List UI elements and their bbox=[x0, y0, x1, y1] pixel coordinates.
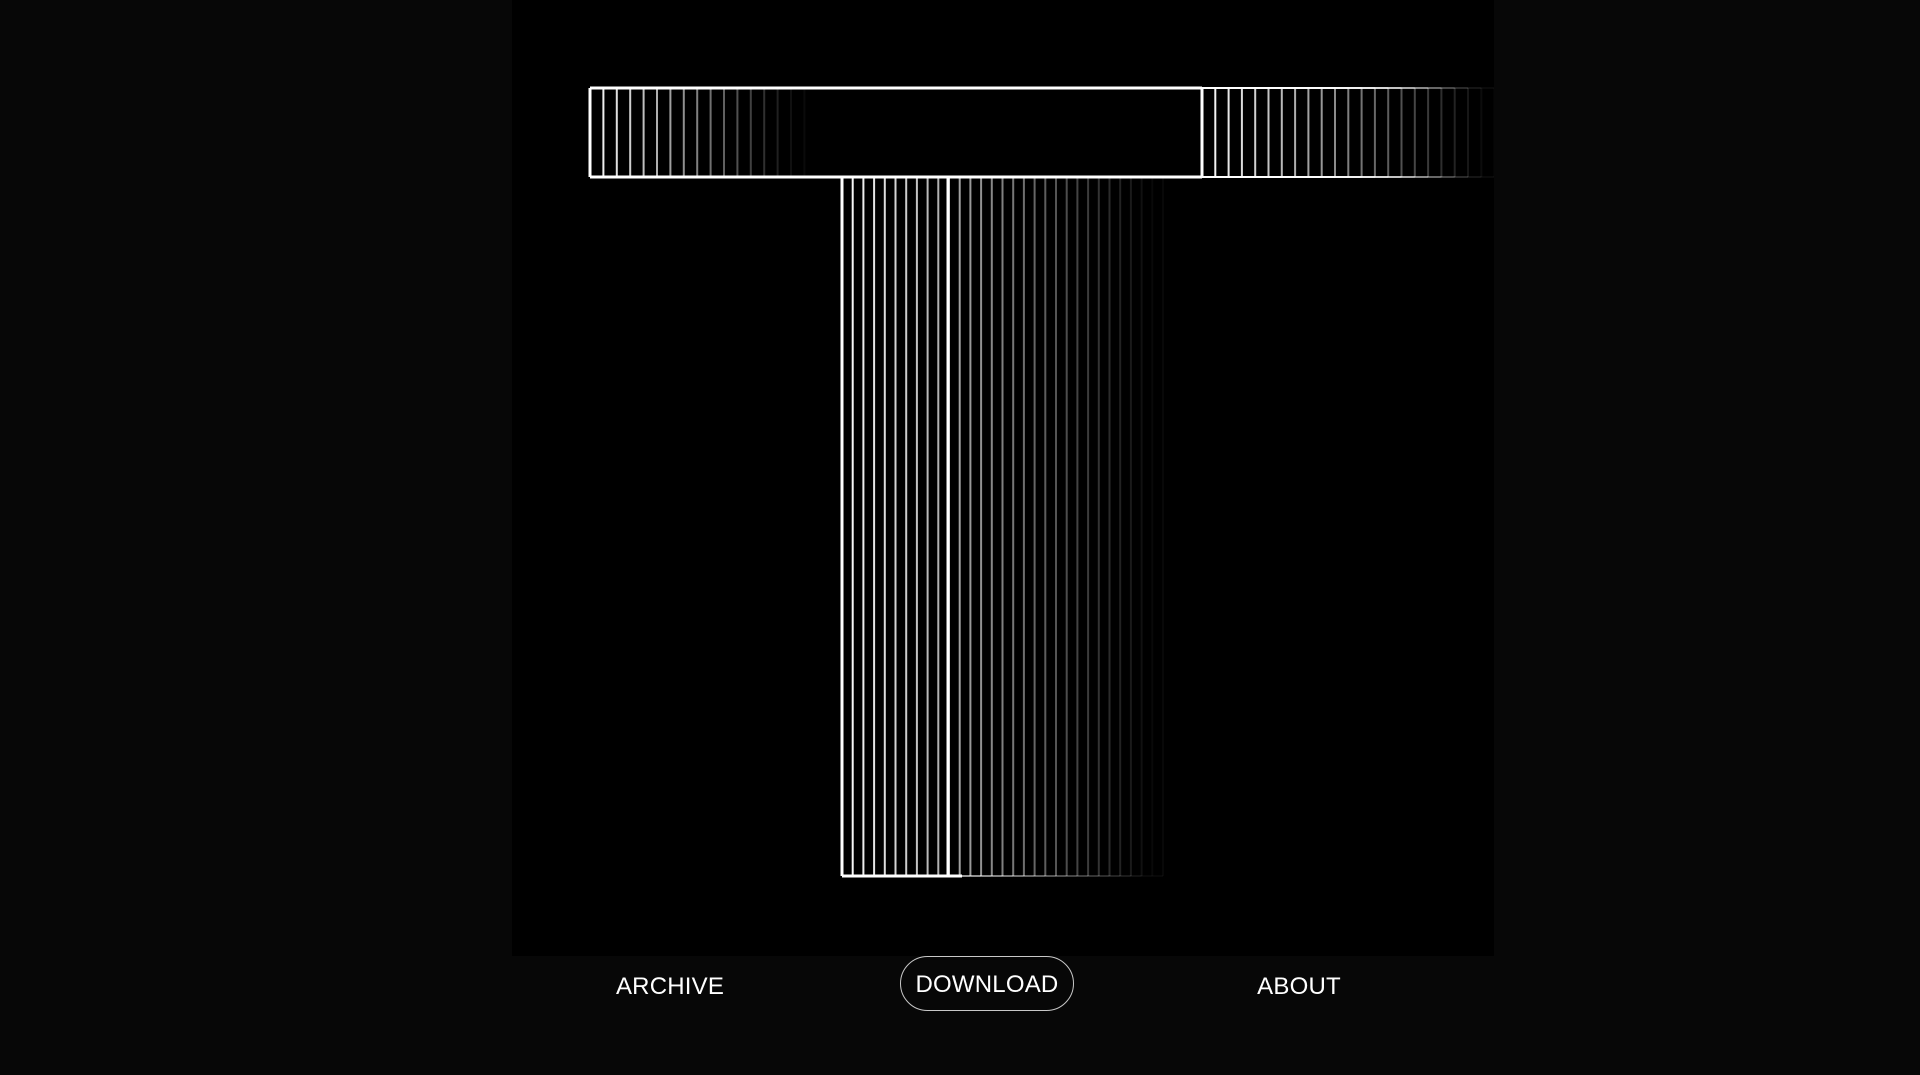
bottom-nav: ARCHIVE DOWNLOAD ABOUT bbox=[512, 956, 1494, 1075]
letter-t-artwork bbox=[512, 0, 1494, 956]
artwork-stage bbox=[512, 0, 1494, 956]
about-link[interactable]: ABOUT bbox=[1239, 959, 1359, 1014]
archive-link[interactable]: ARCHIVE bbox=[592, 959, 748, 1014]
download-button[interactable]: DOWNLOAD bbox=[900, 956, 1074, 1011]
